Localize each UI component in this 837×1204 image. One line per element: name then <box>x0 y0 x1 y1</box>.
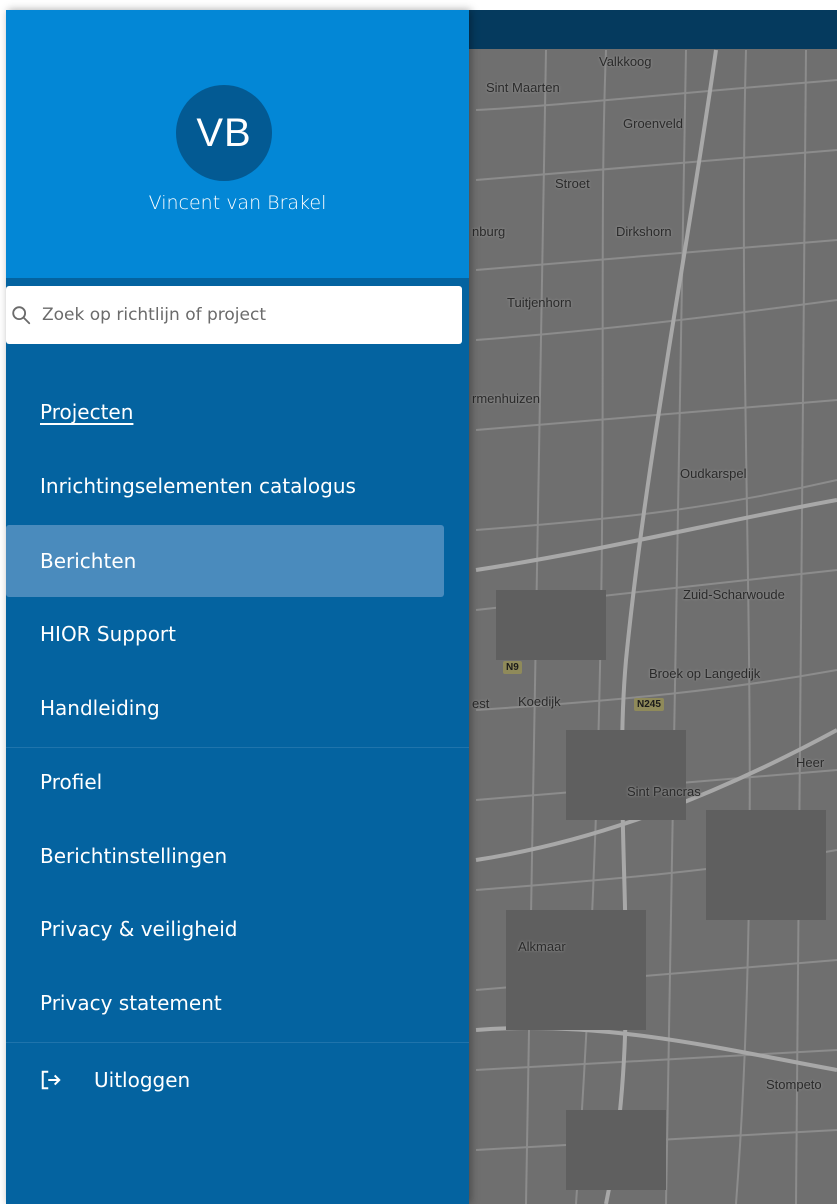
map-label: Koedijk <box>518 694 561 709</box>
map-label: Groenveld <box>623 116 683 131</box>
map-label: Sint Pancras <box>627 784 701 799</box>
map-label: nburg <box>472 224 506 239</box>
map-label: Tuitjenhorn <box>507 295 572 310</box>
search-box[interactable] <box>6 286 462 344</box>
map-label: Heer <box>796 755 825 770</box>
logout-icon <box>41 1070 61 1090</box>
road-shield: N245 <box>634 698 664 711</box>
map-label: Stroet <box>555 176 590 191</box>
menu-item-label: Inrichtingselementen catalogus <box>40 474 356 498</box>
menu-item-hior-support[interactable]: HIOR Support <box>6 598 444 670</box>
map-label: Dirkshorn <box>616 224 672 239</box>
map-label: Oudkarspel <box>680 466 747 481</box>
map-label: Stompeto <box>766 1077 822 1092</box>
map-label: Valkkoog <box>599 54 652 69</box>
menu-item-berichten[interactable]: Berichten <box>6 525 444 597</box>
menu-item-profiel[interactable]: Profiel <box>6 746 444 818</box>
map-label: Broek op Langedijk <box>649 666 761 681</box>
menu-item-handleiding[interactable]: Handleiding <box>6 672 444 744</box>
menu-item-berichtinstellingen[interactable]: Berichtinstellingen <box>6 820 444 892</box>
map-label: rmenhuizen <box>472 391 540 406</box>
menu-item-privacy-veiligheid[interactable]: Privacy & veiligheid <box>6 893 444 965</box>
map-label: est <box>472 696 490 711</box>
drawer-header: VB Vincent van Brakel <box>6 10 469 278</box>
map-label: Sint Maarten <box>486 80 560 95</box>
logout-button[interactable]: Uitloggen <box>6 1044 444 1116</box>
map-label: Alkmaar <box>518 939 566 954</box>
user-name: Vincent van Brakel <box>148 192 327 214</box>
menu-item-label: Privacy statement <box>40 991 222 1015</box>
search-input[interactable] <box>42 305 442 325</box>
map-label: Zuid-Scharwoude <box>683 587 785 602</box>
search-icon <box>12 306 31 325</box>
menu-item-projecten[interactable]: Projecten <box>6 376 444 448</box>
navigation-drawer: VB Vincent van Brakel Projecten Inrichti… <box>6 10 469 1204</box>
avatar[interactable]: VB <box>176 85 272 181</box>
menu-item-label: Berichten <box>40 549 137 573</box>
menu-item-label: Handleiding <box>40 696 160 720</box>
menu-item-catalogus[interactable]: Inrichtingselementen catalogus <box>6 450 444 522</box>
menu-divider <box>6 1042 469 1043</box>
app-topbar <box>466 10 837 49</box>
menu-item-privacy-statement[interactable]: Privacy statement <box>6 967 444 1039</box>
menu-item-label: Projecten <box>40 400 134 424</box>
menu-item-label: HIOR Support <box>40 622 176 646</box>
logout-label: Uitloggen <box>94 1068 191 1092</box>
menu-item-label: Privacy & veiligheid <box>40 917 238 941</box>
menu-item-label: Profiel <box>40 770 103 794</box>
road-shield: N9 <box>503 661 522 674</box>
menu-item-label: Berichtinstellingen <box>40 844 228 868</box>
